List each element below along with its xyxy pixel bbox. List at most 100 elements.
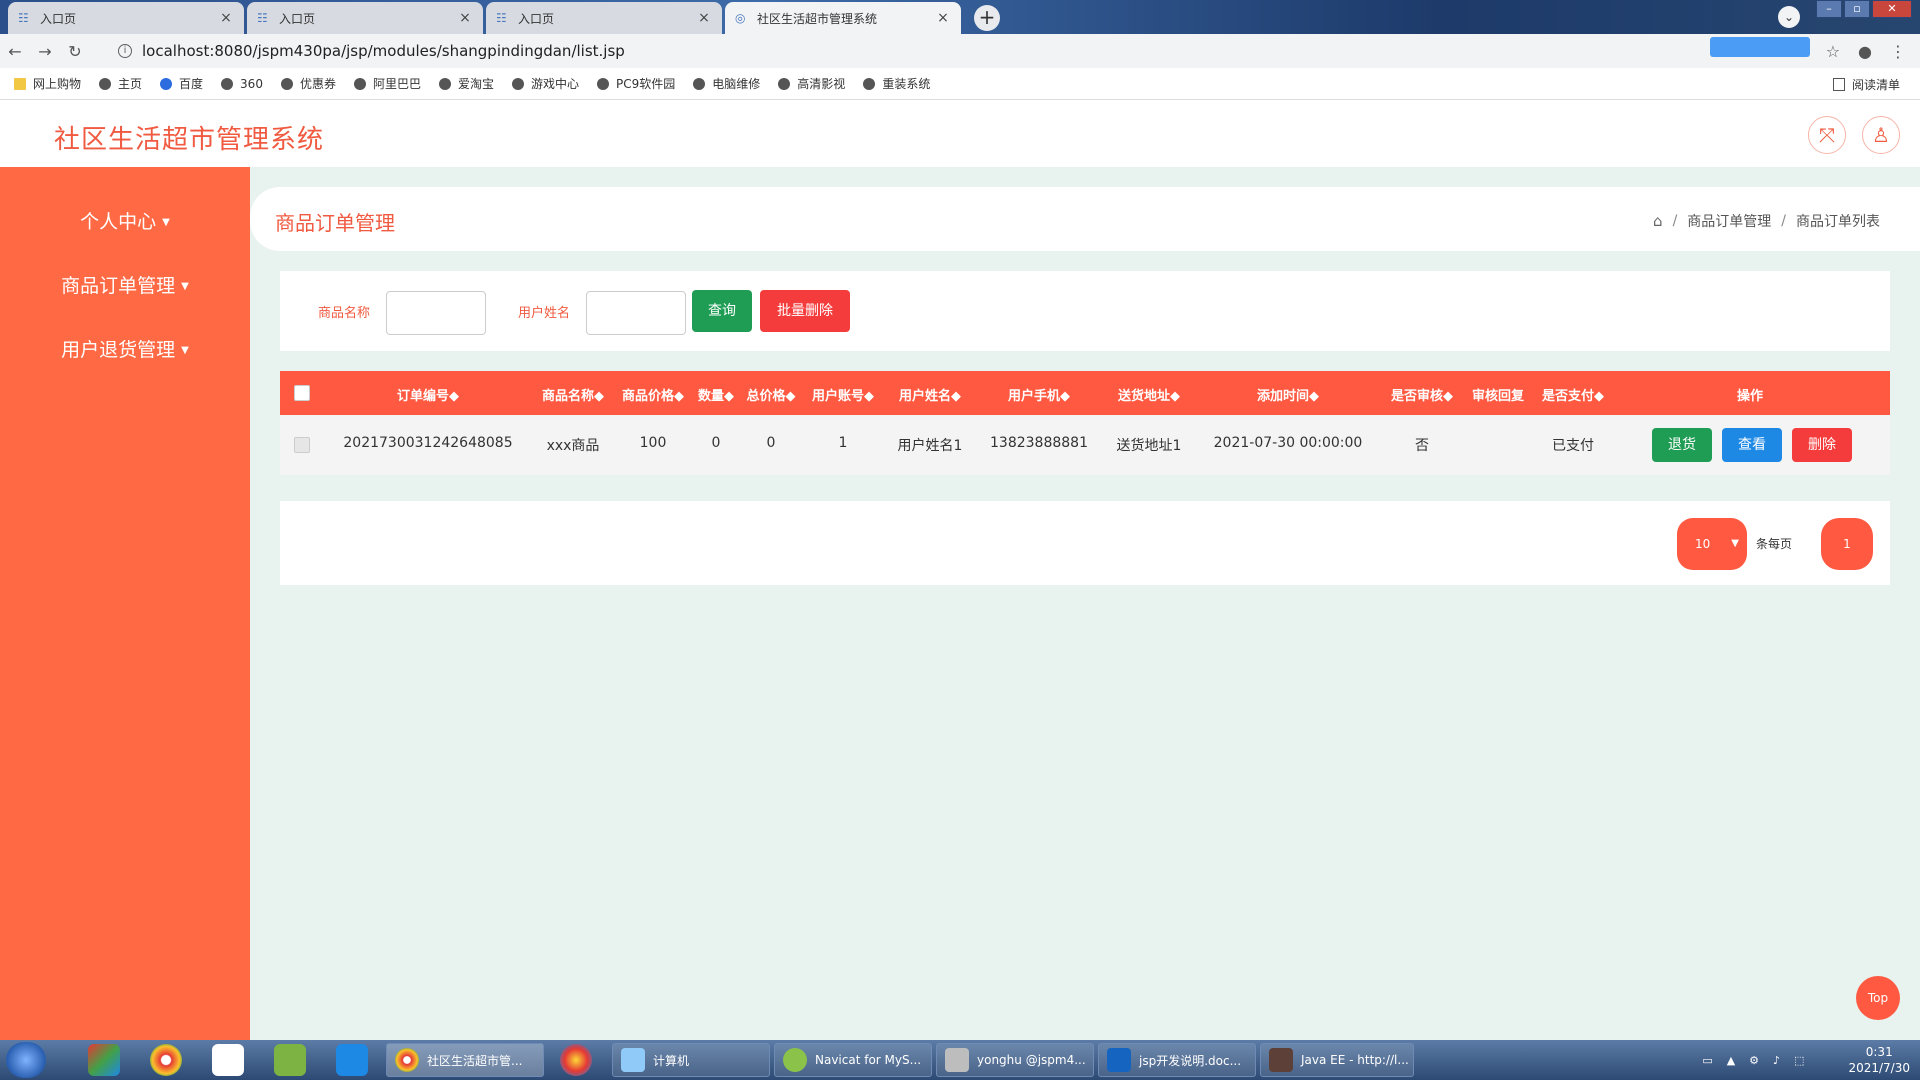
browser-toolbar: ← → ↻ i localhost:8080/jspm430pa/jsp/mod… [0, 34, 1920, 68]
column-header[interactable]: 订单编号◆ [397, 385, 459, 404]
page-favicon-icon: ☷ [496, 11, 507, 25]
close-icon[interactable]: × [457, 10, 473, 26]
menu-dots-icon[interactable]: ⋮ [1890, 42, 1906, 61]
column-header[interactable]: 是否审核◆ [1391, 385, 1453, 404]
bookmark-item[interactable]: 高清影视 [778, 75, 845, 92]
cell-paid: 已支付 [1552, 438, 1594, 454]
bookmark-item[interactable]: 爱淘宝 [438, 75, 494, 92]
globe-icon [221, 77, 234, 90]
cell-account: 1 [838, 435, 848, 451]
column-header[interactable]: 总价格◆ [746, 385, 795, 404]
column-header[interactable]: 商品名称◆ [542, 385, 604, 404]
close-icon[interactable]: × [218, 10, 234, 26]
taskbar-task-browser[interactable]: 社区生活超市管... [386, 1043, 544, 1077]
column-header[interactable]: 数量◆ [698, 385, 734, 404]
notepad-icon[interactable] [274, 1044, 306, 1076]
bookmark-item[interactable]: 电脑维修 [693, 75, 760, 92]
user-name-input[interactable] [586, 291, 686, 335]
new-tab-button[interactable]: + [974, 5, 1000, 31]
product-name-label: 商品名称 [318, 306, 371, 321]
fullscreen-icon[interactable]: ⤧ [1808, 116, 1846, 154]
sidebar-item-return-management[interactable]: 用户退货管理 ▼ [0, 335, 250, 362]
batch-delete-button[interactable]: 批量删除 [760, 290, 850, 332]
column-header[interactable]: 送货地址◆ [1118, 385, 1180, 404]
product-name-input[interactable] [386, 291, 486, 335]
column-header[interactable]: 添加时间◆ [1257, 385, 1319, 404]
query-button[interactable]: 查询 [692, 290, 752, 332]
account-icon[interactable]: ● [1858, 42, 1872, 61]
navicat-icon [783, 1048, 807, 1072]
globe-icon [778, 77, 791, 90]
clock[interactable]: 0:31 2021/7/30 [1848, 1044, 1910, 1076]
back-icon[interactable]: ← [0, 42, 30, 61]
bookmark-item[interactable]: 游戏中心 [512, 75, 579, 92]
tray-icons[interactable]: ▭▲⚙♪⬚ [1702, 1054, 1818, 1067]
taskbar-task-computer[interactable]: 计算机 [612, 1043, 770, 1077]
column-header[interactable]: 是否支付◆ [1542, 385, 1604, 404]
page-size-select[interactable]: 10 ▼ [1677, 518, 1747, 570]
column-header[interactable]: 商品价格◆ [622, 385, 684, 404]
sidebar-item-order-management[interactable]: 商品订单管理 ▼ [0, 271, 250, 298]
browser-tab-3[interactable]: ☷ 入口页 × [486, 2, 722, 34]
back-to-top-button[interactable]: Top [1856, 976, 1900, 1020]
view-button[interactable]: 查看 [1722, 428, 1782, 462]
breadcrumb: ⌂ / 商品订单管理 / 商品订单列表 [1653, 211, 1880, 231]
bookmark-item[interactable]: 360 [221, 77, 263, 91]
taskbar-task-word[interactable]: jsp开发说明.doc... [1098, 1043, 1256, 1077]
globe-icon [353, 77, 366, 90]
cell-qty: 0 [711, 435, 721, 451]
window-close-icon[interactable]: ✕ [1872, 0, 1912, 18]
taskbar-task-eclipse[interactable]: Java EE - http://l... [1260, 1043, 1414, 1077]
bookmark-item[interactable]: 主页 [99, 75, 142, 92]
row-checkbox[interactable] [294, 437, 310, 453]
breadcrumb-item[interactable]: 商品订单管理 [1687, 211, 1771, 231]
page-number-button[interactable]: 1 [1821, 518, 1873, 570]
browser-tab-4-active[interactable]: ◎ 社区生活超市管理系统 × [725, 2, 961, 34]
globe-icon [512, 77, 524, 90]
bookmark-item[interactable]: 网上购物 [14, 75, 81, 92]
close-icon[interactable]: × [696, 10, 712, 26]
start-button-icon[interactable] [6, 1042, 46, 1078]
sidebar-item-personal-center[interactable]: 个人中心 ▼ [0, 207, 250, 234]
column-header[interactable]: 用户手机◆ [1008, 385, 1070, 404]
address-bar[interactable]: i localhost:8080/jspm430pa/jsp/modules/s… [110, 37, 1820, 65]
select-all-checkbox[interactable] [294, 385, 310, 401]
home-icon[interactable]: ⌂ [1653, 212, 1663, 230]
app-launcher-icon[interactable] [88, 1044, 120, 1076]
column-header[interactable]: 用户账号◆ [812, 385, 874, 404]
taskbar-task-navicat[interactable]: Navicat for MyS... [774, 1043, 932, 1077]
caret-down-icon: ▼ [181, 345, 189, 356]
bookmark-item[interactable]: 阿里巴巴 [353, 75, 421, 92]
browser-tab-2[interactable]: ☷ 入口页 × [247, 2, 483, 34]
chrome-icon[interactable] [150, 1044, 182, 1076]
bookmark-item[interactable]: 重装系统 [863, 75, 930, 92]
column-header[interactable]: 用户姓名◆ [899, 385, 961, 404]
minimize-icon[interactable]: – [1816, 0, 1842, 18]
star-icon[interactable]: ☆ [1826, 42, 1840, 61]
bookmark-item[interactable]: 百度 [160, 75, 203, 92]
close-icon[interactable]: × [935, 10, 951, 26]
browser-tab-1[interactable]: ☷ 入口页 × [8, 2, 244, 34]
column-header: 操作 [1736, 389, 1764, 404]
user-icon[interactable]: ♙ [1862, 116, 1900, 154]
baidu-extension-icon[interactable] [1710, 37, 1810, 57]
url-text: localhost:8080/jspm430pa/jsp/modules/sha… [142, 42, 625, 60]
baidu-netdisk-icon[interactable] [212, 1044, 244, 1076]
caret-down-icon: ▼ [162, 217, 170, 228]
forward-icon[interactable]: → [30, 42, 60, 61]
return-button[interactable]: 退货 [1652, 428, 1712, 462]
maximize-icon[interactable]: ▫ [1844, 0, 1870, 18]
reload-icon[interactable]: ↻ [60, 42, 90, 61]
chevron-down-icon[interactable]: ⌄ [1778, 6, 1800, 28]
browser-tab-bar: ☷ 入口页 × ☷ 入口页 × ☷ 入口页 × ◎ 社区生活超市管理系统 × +… [0, 0, 1920, 34]
browser-alt-icon[interactable] [560, 1044, 592, 1076]
file-manager-icon[interactable] [336, 1044, 368, 1076]
taskbar-task-database[interactable]: yonghu @jspm4... [936, 1043, 1094, 1077]
info-icon[interactable]: i [118, 44, 132, 58]
tab-title: 社区生活超市管理系统 [757, 11, 878, 26]
bookmark-item[interactable]: PC9软件园 [597, 75, 675, 92]
database-icon [945, 1048, 969, 1072]
bookmark-item[interactable]: 优惠券 [280, 75, 336, 92]
delete-button[interactable]: 删除 [1792, 428, 1852, 462]
reading-list-button[interactable]: 阅读清单 [1832, 76, 1900, 93]
